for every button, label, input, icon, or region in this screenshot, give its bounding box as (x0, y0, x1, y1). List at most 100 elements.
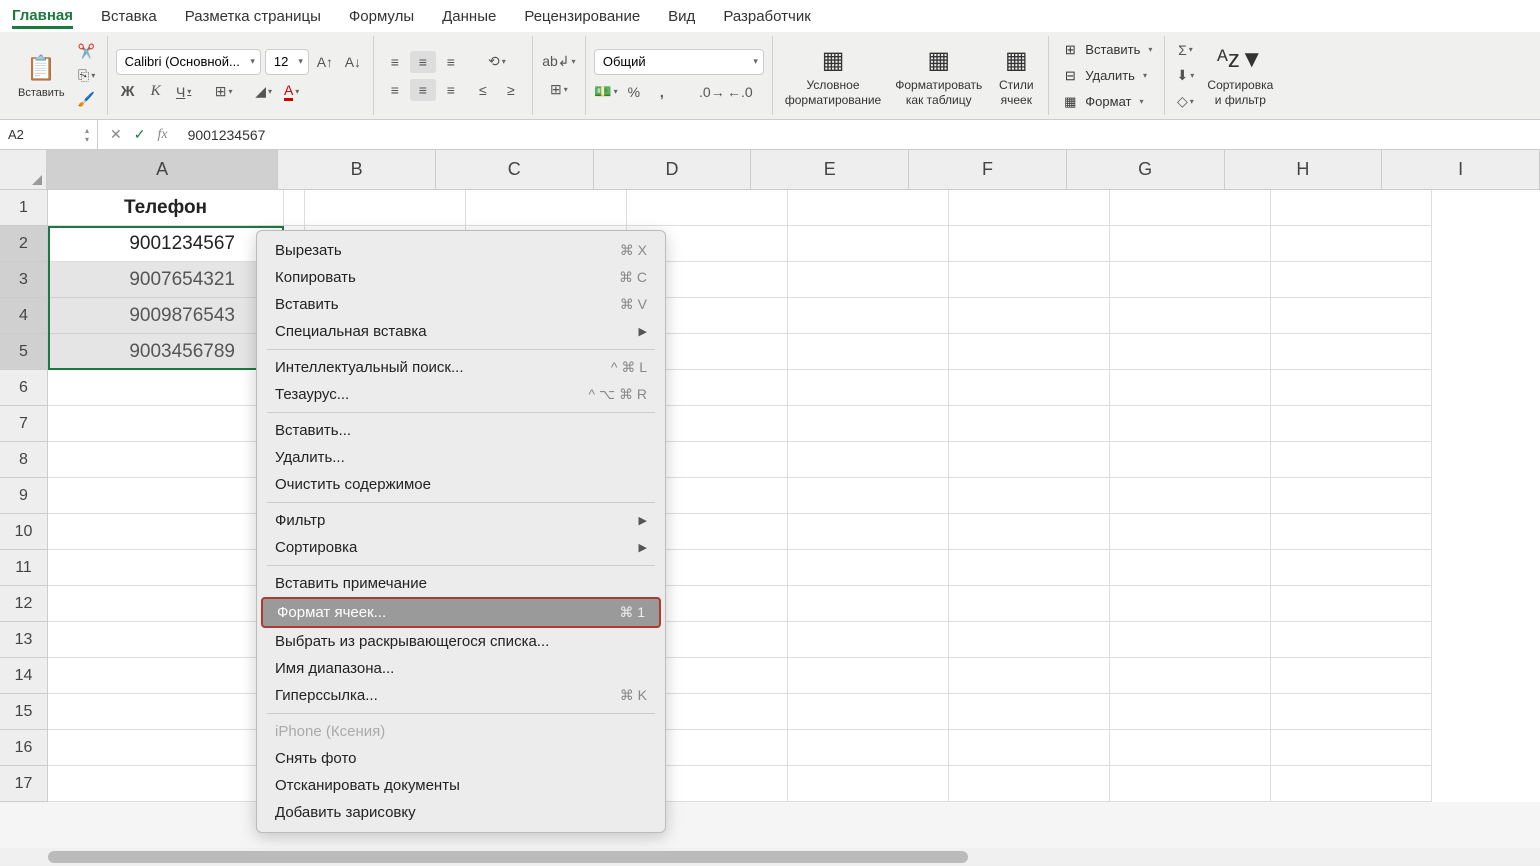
row-header-8[interactable]: 8 (0, 442, 48, 478)
conditional-format-button[interactable]: ▦ Условное форматирование (781, 42, 885, 109)
row-header-3[interactable]: 3 (0, 262, 48, 298)
ctx-insert[interactable]: Вставить... (257, 417, 665, 444)
scrollbar-thumb[interactable] (48, 851, 968, 863)
ctx-photo[interactable]: Снять фото (257, 745, 665, 772)
currency-button[interactable]: 💵▾ (594, 81, 618, 103)
format-as-table-button[interactable]: ▦ Форматировать как таблицу (891, 42, 986, 109)
col-header-c[interactable]: C (436, 150, 594, 190)
horizontal-scrollbar[interactable] (0, 848, 1540, 866)
tab-developer[interactable]: Разработчик (723, 4, 810, 29)
row-header-10[interactable]: 10 (0, 514, 48, 550)
row-header-6[interactable]: 6 (0, 370, 48, 406)
col-header-i[interactable]: I (1382, 150, 1540, 190)
tab-review[interactable]: Рецензирование (524, 4, 640, 29)
comma-button[interactable]: , (650, 81, 674, 103)
orientation-button[interactable]: ⟲▾ (485, 51, 509, 73)
increase-decimal-button[interactable]: .0→ (700, 81, 724, 103)
row-header-7[interactable]: 7 (0, 406, 48, 442)
cell-a1[interactable]: Телефон (48, 190, 284, 226)
col-header-d[interactable]: D (594, 150, 752, 190)
cell-a2[interactable]: 9001234567 (48, 226, 284, 262)
borders-button[interactable]: ⊞▾ (212, 81, 236, 103)
insert-cells-button[interactable]: ⊞Вставить▾ (1057, 39, 1156, 61)
col-header-b[interactable]: B (278, 150, 436, 190)
autosum-button[interactable]: Σ▾ (1173, 39, 1197, 61)
fx-icon[interactable]: fx (157, 127, 167, 143)
font-name-select[interactable]: Calibri (Основной...▾ (116, 49, 261, 75)
select-all-corner[interactable] (0, 150, 47, 190)
italic-button[interactable]: К (144, 81, 168, 103)
cell-a4[interactable]: 9009876543 (48, 298, 284, 334)
percent-button[interactable]: % (622, 81, 646, 103)
increase-indent-button[interactable]: ≥ (498, 79, 524, 101)
fill-color-button[interactable]: ◢▾ (252, 81, 276, 103)
ctx-add-comment[interactable]: Вставить примечание (257, 570, 665, 597)
ctx-smart-lookup[interactable]: Интеллектуальный поиск...^ ⌘ L (257, 354, 665, 381)
tab-page-layout[interactable]: Разметка страницы (185, 4, 321, 29)
cut-button[interactable]: ✂️ (75, 41, 99, 63)
format-painter-button[interactable]: 🖌️ (75, 89, 99, 111)
decrease-indent-button[interactable]: ≤ (470, 79, 496, 101)
tab-formulas[interactable]: Формулы (349, 4, 414, 29)
row-header-9[interactable]: 9 (0, 478, 48, 514)
col-header-g[interactable]: G (1067, 150, 1225, 190)
row-header-14[interactable]: 14 (0, 658, 48, 694)
delete-cells-button[interactable]: ⊟Удалить▾ (1057, 65, 1151, 87)
confirm-formula-icon[interactable]: ✓ (134, 126, 146, 143)
fill-button[interactable]: ⬇▾ (1173, 65, 1197, 87)
ctx-hyperlink[interactable]: Гиперссылка...⌘ K (257, 682, 665, 709)
number-format-select[interactable]: Общий▾ (594, 49, 764, 75)
cell-a5[interactable]: 9003456789 (48, 334, 284, 370)
clear-button[interactable]: ◇▾ (1173, 91, 1197, 113)
col-header-f[interactable]: F (909, 150, 1067, 190)
ctx-sort[interactable]: Сортировка▶ (257, 534, 665, 561)
ctx-thesaurus[interactable]: Тезаурус...^ ⌥ ⌘ R (257, 381, 665, 408)
row-header-4[interactable]: 4 (0, 298, 48, 334)
row-header-17[interactable]: 17 (0, 766, 48, 802)
align-middle-button[interactable]: ≡ (410, 51, 436, 73)
copy-button[interactable]: ⎘▾ (75, 65, 99, 87)
cell-styles-button[interactable]: ▦ Стили ячеек (992, 42, 1040, 109)
underline-button[interactable]: Ч▾ (172, 81, 196, 103)
ctx-clear[interactable]: Очистить содержимое (257, 471, 665, 498)
ctx-copy[interactable]: Копировать⌘ C (257, 264, 665, 291)
wrap-text-button[interactable]: ab↲▾ (541, 51, 577, 73)
row-header-1[interactable]: 1 (0, 190, 48, 226)
row-header-15[interactable]: 15 (0, 694, 48, 730)
row-header-13[interactable]: 13 (0, 622, 48, 658)
col-header-a[interactable]: A (47, 150, 278, 190)
ctx-filter[interactable]: Фильтр▶ (257, 507, 665, 534)
bold-button[interactable]: Ж (116, 81, 140, 103)
formula-input[interactable]: 9001234567 (180, 127, 1540, 143)
row-header-11[interactable]: 11 (0, 550, 48, 586)
ctx-cut[interactable]: Вырезать⌘ X (257, 237, 665, 264)
tab-view[interactable]: Вид (668, 4, 695, 29)
ctx-sketch[interactable]: Добавить зарисовку (257, 799, 665, 826)
row-header-5[interactable]: 5 (0, 334, 48, 370)
align-right-button[interactable]: ≡ (438, 79, 464, 101)
ctx-range-name[interactable]: Имя диапазона... (257, 655, 665, 682)
font-color-button[interactable]: А▾ (280, 81, 304, 103)
paste-button[interactable]: 📋 Вставить (14, 51, 69, 101)
sort-filter-button[interactable]: ᴬᴢ▼ Сортировка и фильтр (1203, 42, 1277, 109)
ctx-paste-special[interactable]: Специальная вставка▶ (257, 318, 665, 345)
ctx-paste[interactable]: Вставить⌘ V (257, 291, 665, 318)
ctx-scan[interactable]: Отсканировать документы (257, 772, 665, 799)
cancel-formula-icon[interactable]: ✕ (110, 126, 122, 143)
align-left-button[interactable]: ≡ (382, 79, 408, 101)
align-center-button[interactable]: ≡ (410, 79, 436, 101)
col-header-h[interactable]: H (1225, 150, 1383, 190)
ctx-format-cells[interactable]: Формат ячеек...⌘ 1 (261, 597, 661, 628)
ctx-dropdown-pick[interactable]: Выбрать из раскрывающегося списка... (257, 628, 665, 655)
font-size-select[interactable]: 12▾ (265, 49, 309, 75)
ctx-delete[interactable]: Удалить... (257, 444, 665, 471)
col-header-e[interactable]: E (751, 150, 909, 190)
row-header-16[interactable]: 16 (0, 730, 48, 766)
row-header-2[interactable]: 2 (0, 226, 48, 262)
increase-font-button[interactable]: A↑ (313, 51, 337, 73)
decrease-font-button[interactable]: A↓ (341, 51, 365, 73)
align-bottom-button[interactable]: ≡ (438, 51, 464, 73)
tab-home[interactable]: Главная (12, 3, 73, 29)
tab-data[interactable]: Данные (442, 4, 496, 29)
align-top-button[interactable]: ≡ (382, 51, 408, 73)
